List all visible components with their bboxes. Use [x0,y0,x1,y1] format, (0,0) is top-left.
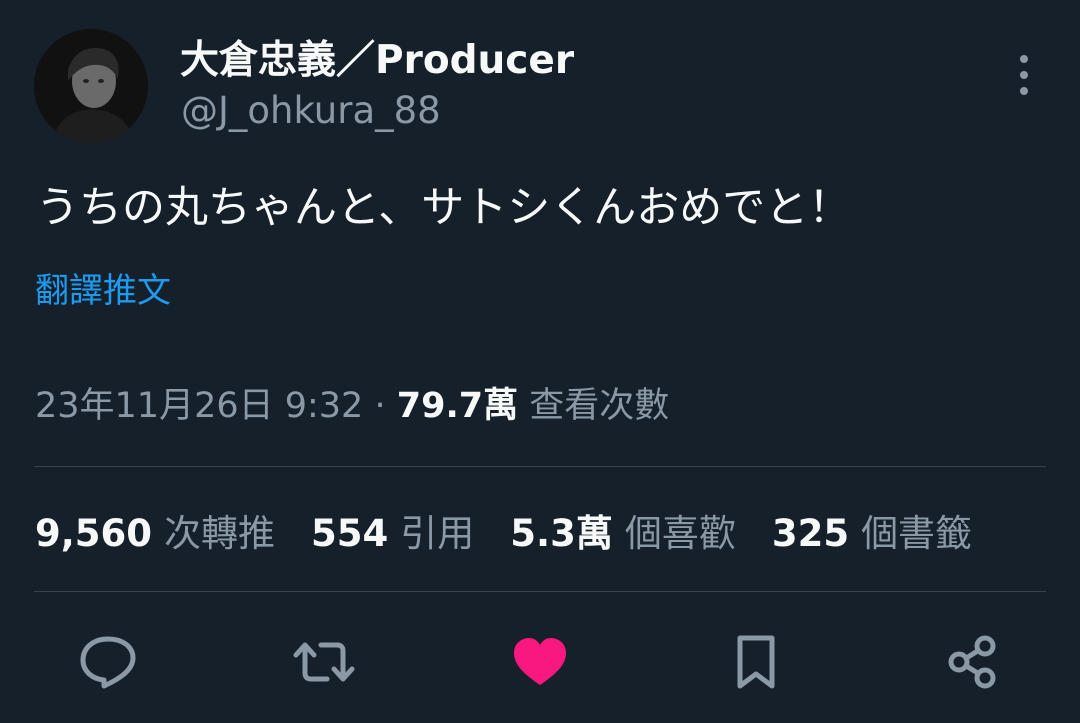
tweet-meta: 23年11月26日 9:32 · 79.7萬 查看次數 [35,383,669,429]
views-count: 79.7萬 [396,386,519,426]
like-button[interactable] [508,630,572,694]
reposts-count: 9,560 [35,512,153,555]
timestamp[interactable]: 23年11月26日 9:32 [35,386,363,426]
reply-icon [80,636,136,689]
avatar-image [34,29,148,143]
bookmarks-label: 個書籤 [861,512,973,555]
translate-tweet-link[interactable]: 翻譯推文 [35,269,171,313]
reply-button[interactable] [76,630,140,694]
engagement-stats: 9,560 次轉推 554 引用 5.3萬 個喜歡 325 個書籤 [35,510,1008,558]
views-label: 查看次數 [529,386,670,426]
tweet-text: うちの丸ちゃんと、サトシくんおめでと！ [36,183,852,233]
quotes-count: 554 [311,512,389,555]
meta-separator: · [374,386,386,426]
bookmark-button[interactable] [724,630,788,694]
retweet-icon [293,642,355,682]
share-button[interactable] [940,630,1004,694]
heart-icon [514,638,566,685]
quotes-label: 引用 [400,512,475,555]
avatar[interactable] [34,29,148,143]
user-handle[interactable]: @J_ohkura_88 [181,88,441,134]
more-vertical-icon [1020,55,1028,95]
reposts-label: 次轉推 [164,512,276,555]
share-icon [948,635,996,689]
likes-count: 5.3萬 [510,512,613,555]
retweet-button[interactable] [292,630,356,694]
more-options-button[interactable] [1004,52,1044,98]
bookmarks-stat[interactable]: 325 個書籤 [772,510,972,558]
display-name[interactable]: 大倉忠義／Producer [180,36,574,86]
reposts-stat[interactable]: 9,560 次轉推 [35,510,275,558]
divider [34,591,1046,592]
quotes-stat[interactable]: 554 引用 [311,510,474,558]
likes-stat[interactable]: 5.3萬 個喜歡 [510,510,736,558]
bookmark-icon [737,635,775,689]
divider [34,466,1046,467]
bookmarks-count: 325 [771,512,850,555]
likes-label: 個喜歡 [624,512,736,555]
